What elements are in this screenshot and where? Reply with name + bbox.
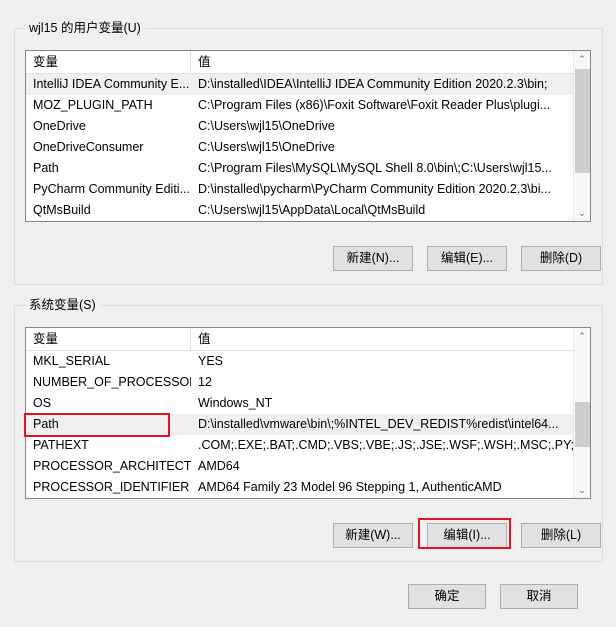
system-variables-scrollbar[interactable]: ⌃ ⌄ — [573, 328, 590, 498]
variable-value: D:\installed\IDEA\IntelliJ IDEA Communit… — [198, 77, 548, 91]
table-row[interactable]: NUMBER_OF_PROCESSORS 12 — [26, 372, 590, 393]
table-row[interactable]: IntelliJ IDEA Community E... D:\installe… — [26, 74, 590, 95]
variable-name: Path — [33, 161, 59, 175]
variable-value: C:\Users\wjl15\OneDrive — [198, 140, 335, 154]
chevron-down-icon[interactable]: ⌄ — [574, 482, 590, 498]
variable-name: IntelliJ IDEA Community E... — [33, 77, 190, 91]
variable-value: 12 — [198, 375, 212, 389]
system-delete-button[interactable]: 删除(L) — [521, 523, 601, 548]
scrollbar-thumb[interactable] — [575, 402, 590, 447]
variable-value: .COM;.EXE;.BAT;.CMD;.VBS;.VBE;.JS;.JSE;.… — [198, 438, 590, 452]
variable-name: PROCESSOR_ARCHITECT... — [33, 459, 191, 473]
table-row[interactable]: PyCharm Community Editi... D:\installed\… — [26, 179, 590, 200]
table-row[interactable]: OneDrive C:\Users\wjl15\OneDrive — [26, 116, 590, 137]
table-row[interactable]: Path D:\installed\vmware\bin\;%INTEL_DEV… — [26, 414, 590, 435]
system-new-button[interactable]: 新建(W)... — [333, 523, 413, 548]
variable-value: D:\installed\pycharm\PyCharm Community E… — [198, 182, 551, 196]
user-variables-group-title: wjl15 的用户变量(U) — [25, 21, 145, 36]
environment-variables-dialog: wjl15 的用户变量(U) 变量 值 IntelliJ IDEA Commun… — [0, 0, 616, 627]
variable-name: MOZ_PLUGIN_PATH — [33, 98, 153, 112]
table-row[interactable]: MKL_SERIAL YES — [26, 351, 590, 372]
system-variables-group: 系统变量(S) 变量 值 MKL_SERIAL YES NUMBER_OF_PR… — [14, 298, 603, 562]
variable-value: D:\installed\vmware\bin\;%INTEL_DEV_REDI… — [198, 417, 559, 431]
variable-name: OneDrive — [33, 119, 86, 133]
chevron-down-icon[interactable]: ⌄ — [574, 205, 590, 221]
chevron-up-icon[interactable]: ⌃ — [574, 51, 590, 68]
table-row[interactable]: QtMsBuild C:\Users\wjl15\AppData\Local\Q… — [26, 200, 590, 221]
variable-name: QtMsBuild — [33, 203, 91, 217]
cancel-button[interactable]: 取消 — [500, 584, 578, 609]
table-row[interactable]: MOZ_PLUGIN_PATH C:\Program Files (x86)\F… — [26, 95, 590, 116]
variable-name: PATHEXT — [33, 438, 89, 452]
user-variables-body: IntelliJ IDEA Community E... D:\installe… — [26, 74, 590, 221]
variable-value: Windows_NT — [198, 396, 273, 410]
system-variables-body: MKL_SERIAL YES NUMBER_OF_PROCESSORS 12 O… — [26, 351, 590, 498]
variable-value: C:\Program Files (x86)\Foxit Software\Fo… — [198, 98, 551, 112]
table-row[interactable]: OneDriveConsumer C:\Users\wjl15\OneDrive — [26, 137, 590, 158]
system-edit-button[interactable]: 编辑(I)... — [427, 523, 507, 548]
variable-value: C:\Program Files\MySQL\MySQL Shell 8.0\b… — [198, 161, 552, 175]
table-row[interactable]: Path C:\Program Files\MySQL\MySQL Shell … — [26, 158, 590, 179]
user-variables-header-row: 变量 值 — [26, 51, 590, 74]
system-variables-header-row: 变量 值 — [26, 328, 590, 351]
user-variables-list[interactable]: 变量 值 IntelliJ IDEA Community E... D:\ins… — [25, 50, 591, 222]
user-variables-scrollbar[interactable]: ⌃ ⌄ — [573, 51, 590, 221]
system-variables-list[interactable]: 变量 值 MKL_SERIAL YES NUMBER_OF_PROCESSORS… — [25, 327, 591, 499]
chevron-up-icon[interactable]: ⌃ — [574, 328, 590, 345]
variable-name: PyCharm Community Editi... — [33, 182, 190, 196]
table-row[interactable]: PROCESSOR_IDENTIFIER AMD64 Family 23 Mod… — [26, 477, 590, 498]
user-variables-group: wjl15 的用户变量(U) 变量 值 IntelliJ IDEA Commun… — [14, 21, 603, 285]
system-variables-column-header-value[interactable]: 值 — [191, 328, 590, 350]
user-delete-button[interactable]: 删除(D) — [521, 246, 601, 271]
variable-name: NUMBER_OF_PROCESSORS — [33, 375, 191, 389]
variable-name: OneDriveConsumer — [33, 140, 144, 154]
variable-value: C:\Users\wjl15\AppData\Local\QtMsBuild — [198, 203, 426, 217]
variable-name: Path — [33, 417, 59, 431]
table-row[interactable]: OS Windows_NT — [26, 393, 590, 414]
table-row[interactable]: PATHEXT .COM;.EXE;.BAT;.CMD;.VBS;.VBE;.J… — [26, 435, 590, 456]
variable-value: YES — [198, 354, 224, 368]
ok-button[interactable]: 确定 — [408, 584, 486, 609]
user-edit-button[interactable]: 编辑(E)... — [427, 246, 507, 271]
variable-name: MKL_SERIAL — [33, 354, 111, 368]
variable-name: OS — [33, 396, 52, 410]
table-row[interactable]: PROCESSOR_ARCHITECT... AMD64 — [26, 456, 590, 477]
variable-name: PROCESSOR_IDENTIFIER — [33, 480, 190, 494]
system-variables-group-title: 系统变量(S) — [25, 298, 100, 313]
variable-value: C:\Users\wjl15\OneDrive — [198, 119, 335, 133]
system-variables-column-header-name[interactable]: 变量 — [26, 328, 191, 350]
user-new-button[interactable]: 新建(N)... — [333, 246, 413, 271]
user-variables-column-header-name[interactable]: 变量 — [26, 51, 191, 73]
scrollbar-thumb[interactable] — [575, 69, 590, 173]
variable-value: AMD64 Family 23 Model 96 Stepping 1, Aut… — [198, 480, 502, 494]
user-variables-column-header-value[interactable]: 值 — [191, 51, 590, 73]
variable-value: AMD64 — [198, 459, 240, 473]
